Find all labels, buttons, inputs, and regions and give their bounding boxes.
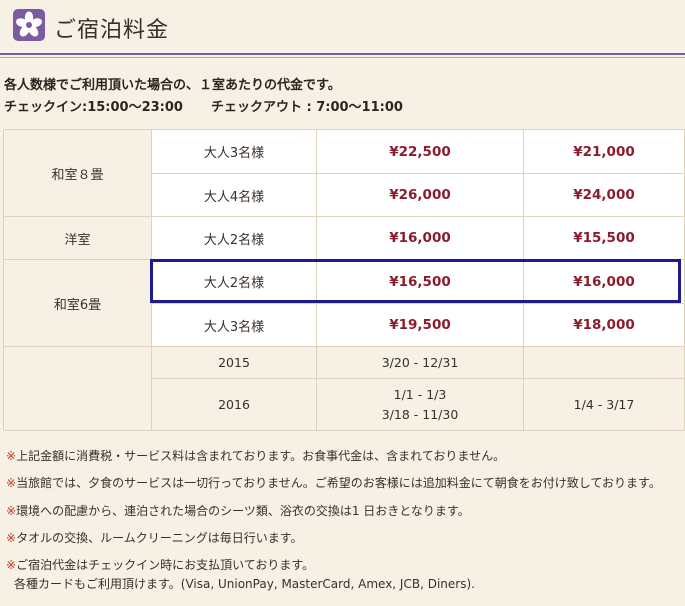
- season-period: 1/1 - 1/3 3/18 - 11/30: [316, 378, 524, 431]
- checkin-time: チェックイン:15:00〜23:00: [4, 100, 183, 115]
- table-row: 和室6畳 大人2名様 ¥16,500 ¥16,000: [3, 259, 685, 347]
- note-payment-cards: 各種カードもご利用頂けます。(Visa, UnionPay, MasterCar…: [14, 577, 475, 591]
- note-mark: ※: [6, 476, 17, 490]
- season-period: [523, 346, 685, 379]
- occupancy-cell: 大人2名様: [151, 259, 317, 304]
- note-mark: ※: [6, 449, 17, 463]
- note-payment: ※ご宿泊代金はチェックイン時にお支払頂いております。 各種カードもご利用頂けます。…: [6, 558, 475, 591]
- occupancy-cell: 大人2名様: [151, 216, 317, 260]
- season-period: 3/20 - 12/31: [316, 346, 524, 379]
- season-period-line: 3/18 - 11/30: [381, 406, 459, 422]
- season-period: 1/4 - 3/17: [523, 378, 685, 431]
- checkout-time: チェックアウト : 7:00〜11:00: [210, 100, 403, 115]
- note-cleaning: ※タオルの交換、ルームクリーニングは毎日行います。: [6, 531, 303, 545]
- room-type-cell: 洋室: [3, 216, 152, 260]
- note-tax-service: ※上記金額に消費税・サービス料は含まれております。お食事代金は、含まれておりませ…: [6, 449, 506, 463]
- occupancy-cell: 大人3名様: [151, 303, 317, 347]
- price-cell: ¥21,000: [523, 129, 685, 174]
- purple-flower-icon: [13, 9, 45, 41]
- page-header: ご宿泊料金: [0, 0, 685, 52]
- season-label-cell: [3, 346, 152, 431]
- table-row: 和室８畳 大人3名様 ¥22,500 ¥21,000: [3, 129, 685, 217]
- table-row: 洋室 大人2名様 ¥16,000 ¥15,500: [3, 216, 685, 260]
- rate-table: 和室８畳 大人3名様 ¥22,500 ¥21,000 大人4名様 ¥26,000…: [3, 129, 685, 431]
- note-mark: ※: [6, 558, 17, 572]
- checkin-checkout-times: チェックイン:15:00〜23:00 チェックアウト : 7:00〜11:00: [4, 96, 403, 115]
- note-mark: ※: [6, 531, 17, 545]
- price-cell: ¥22,500: [316, 129, 524, 174]
- occupancy-cell: 大人3名様: [151, 129, 317, 174]
- season-period-line: 3/20 - 12/31: [381, 354, 459, 370]
- price-cell: ¥26,000: [316, 173, 524, 217]
- price-cell: ¥16,000: [523, 259, 685, 304]
- season-year: 2016: [151, 378, 317, 431]
- table-row: 2015 3/20 - 12/31: [3, 346, 685, 431]
- price-cell: ¥24,000: [523, 173, 685, 217]
- price-cell: ¥19,500: [316, 303, 524, 347]
- room-type-cell: 和室6畳: [3, 259, 152, 347]
- header-divider: [0, 53, 685, 55]
- header-divider-thin: [0, 57, 685, 58]
- season-period-line: 1/1 - 1/3: [393, 386, 447, 402]
- note-linen: ※環境への配慮から、連泊された場合のシーツ類、浴衣の交換は1 日おきとなります。: [6, 504, 470, 518]
- note-meals: ※当旅館では、夕食のサービスは一切行っておりません。ご希望のお客様には追加料金に…: [6, 476, 661, 490]
- room-type-cell: 和室８畳: [3, 129, 152, 217]
- season-year: 2015: [151, 346, 317, 379]
- price-cell: ¥15,500: [523, 216, 685, 260]
- price-cell: ¥16,000: [316, 216, 524, 260]
- price-cell: ¥18,000: [523, 303, 685, 347]
- rate-description: 各人数様でご利用頂いた場合の、１室あたりの代金です。: [4, 78, 341, 93]
- page-title: ご宿泊料金: [54, 18, 170, 43]
- price-cell: ¥16,500: [316, 259, 524, 304]
- note-mark: ※: [6, 504, 17, 518]
- occupancy-cell: 大人4名様: [151, 173, 317, 217]
